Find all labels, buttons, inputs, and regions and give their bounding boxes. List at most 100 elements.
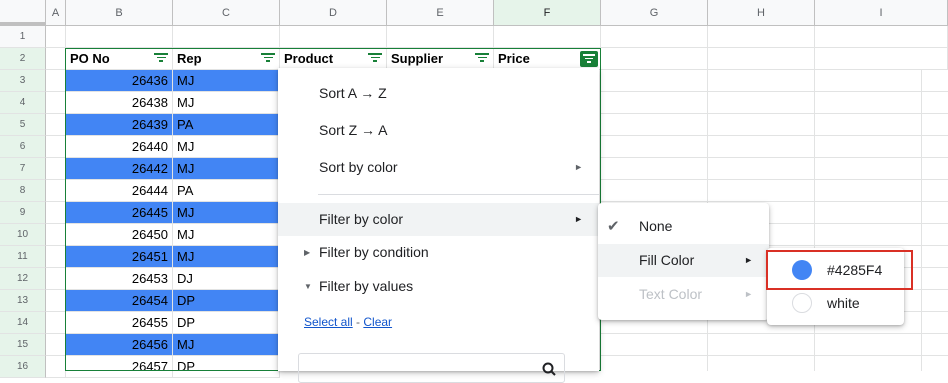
po-cell[interactable]: 26444 — [66, 180, 173, 202]
cell[interactable] — [708, 26, 815, 48]
column-header-c[interactable]: C — [173, 0, 280, 26]
po-cell[interactable]: 26439 — [66, 114, 173, 136]
filter-icon[interactable] — [261, 53, 275, 65]
cell[interactable] — [601, 48, 708, 70]
select-all-corner[interactable] — [0, 0, 46, 26]
row-header[interactable]: 2 — [0, 48, 46, 70]
active-filter-button[interactable] — [580, 51, 598, 67]
po-cell[interactable]: 26453 — [66, 268, 173, 290]
header-cell-supplier[interactable]: Supplier — [387, 48, 494, 70]
row-header[interactable]: 3 — [0, 70, 46, 92]
cell[interactable] — [46, 114, 66, 136]
cell[interactable] — [815, 48, 948, 70]
clear-link[interactable]: Clear — [363, 315, 392, 329]
cell[interactable] — [46, 180, 66, 202]
po-cell[interactable]: 26440 — [66, 136, 173, 158]
row-header[interactable]: 6 — [0, 136, 46, 158]
cell[interactable] — [46, 268, 66, 290]
column-header-a[interactable]: A — [46, 0, 66, 26]
row-header[interactable]: 5 — [0, 114, 46, 136]
row-header[interactable]: 15 — [0, 334, 46, 356]
rep-cell[interactable]: MJ — [173, 158, 280, 180]
menu-item-sort-za[interactable]: Sort Z → A — [278, 114, 599, 147]
header-cell-rep[interactable]: Rep — [173, 48, 280, 70]
cell[interactable] — [173, 26, 280, 48]
po-cell[interactable]: 26450 — [66, 224, 173, 246]
rep-cell[interactable]: DP — [173, 356, 280, 378]
cell[interactable] — [46, 246, 66, 268]
row-header[interactable]: 10 — [0, 224, 46, 246]
column-header-h[interactable]: H — [708, 0, 815, 26]
po-cell[interactable]: 26445 — [66, 202, 173, 224]
rep-cell[interactable]: DJ — [173, 268, 280, 290]
cell[interactable] — [46, 224, 66, 246]
row-header[interactable]: 7 — [0, 158, 46, 180]
menu-item-sort-by-color[interactable]: Sort by color ► — [278, 151, 599, 184]
rep-cell[interactable]: DP — [173, 312, 280, 334]
submenu-item-fill-color[interactable]: Fill Color ► — [598, 244, 769, 277]
cell[interactable] — [601, 26, 708, 48]
rep-cell[interactable]: MJ — [173, 246, 280, 268]
po-cell[interactable]: 26438 — [66, 92, 173, 114]
row-header[interactable]: 8 — [0, 180, 46, 202]
column-header-i[interactable]: I — [815, 0, 948, 26]
cell[interactable] — [46, 158, 66, 180]
rep-cell[interactable]: PA — [173, 114, 280, 136]
cell[interactable] — [46, 136, 66, 158]
cell[interactable] — [387, 26, 494, 48]
rep-cell[interactable]: MJ — [173, 92, 280, 114]
row-header[interactable]: 4 — [0, 92, 46, 114]
filter-icon[interactable] — [368, 53, 382, 65]
rep-cell[interactable]: MJ — [173, 334, 280, 356]
filter-icon[interactable] — [475, 53, 489, 65]
menu-item-filter-by-values[interactable]: ▼ Filter by values — [278, 270, 599, 303]
column-header-d[interactable]: D — [280, 0, 387, 26]
cell[interactable] — [46, 48, 66, 70]
rep-cell[interactable]: MJ — [173, 136, 280, 158]
column-header-e[interactable]: E — [387, 0, 494, 26]
column-header-g[interactable]: G — [601, 0, 708, 26]
row-header[interactable]: 16 — [0, 356, 46, 378]
cell[interactable] — [280, 26, 387, 48]
po-cell[interactable]: 26455 — [66, 312, 173, 334]
menu-item-filter-by-condition[interactable]: ▶ Filter by condition — [278, 236, 599, 269]
cell[interactable] — [46, 290, 66, 312]
cell[interactable] — [46, 92, 66, 114]
filter-icon[interactable] — [154, 53, 168, 65]
column-header-f[interactable]: F — [494, 0, 601, 26]
cell[interactable] — [46, 356, 66, 378]
header-cell-po-no[interactable]: PO No — [66, 48, 173, 70]
submenu-item-none[interactable]: ✔ None — [598, 210, 769, 243]
cell[interactable] — [46, 70, 66, 92]
row-header[interactable]: 9 — [0, 202, 46, 224]
rep-cell[interactable]: MJ — [173, 202, 280, 224]
po-cell[interactable]: 26457 — [66, 356, 173, 378]
header-cell-product[interactable]: Product — [280, 48, 387, 70]
row-header[interactable]: 12 — [0, 268, 46, 290]
cell[interactable] — [46, 312, 66, 334]
rep-cell[interactable]: DP — [173, 290, 280, 312]
cell[interactable] — [708, 48, 815, 70]
cell[interactable] — [815, 26, 948, 48]
menu-item-sort-az[interactable]: Sort A → Z — [278, 77, 599, 110]
cell[interactable] — [494, 26, 601, 48]
column-header-b[interactable]: B — [66, 0, 173, 26]
values-search-input[interactable] — [298, 353, 565, 383]
row-header[interactable]: 14 — [0, 312, 46, 334]
row-header[interactable]: 11 — [0, 246, 46, 268]
rep-cell[interactable]: PA — [173, 180, 280, 202]
rep-cell[interactable]: MJ — [173, 70, 280, 92]
color-option-white[interactable]: white — [767, 287, 904, 320]
po-cell[interactable]: 26454 — [66, 290, 173, 312]
menu-item-filter-by-color[interactable]: Filter by color ► — [278, 203, 599, 236]
cell[interactable] — [46, 334, 66, 356]
po-cell[interactable]: 26456 — [66, 334, 173, 356]
po-cell[interactable]: 26442 — [66, 158, 173, 180]
po-cell[interactable]: 26451 — [66, 246, 173, 268]
row-header[interactable]: 13 — [0, 290, 46, 312]
rep-cell[interactable]: MJ — [173, 224, 280, 246]
select-all-link[interactable]: Select all — [304, 315, 353, 329]
po-cell[interactable]: 26436 — [66, 70, 173, 92]
cell[interactable] — [46, 26, 66, 48]
row-header[interactable]: 1 — [0, 26, 46, 48]
